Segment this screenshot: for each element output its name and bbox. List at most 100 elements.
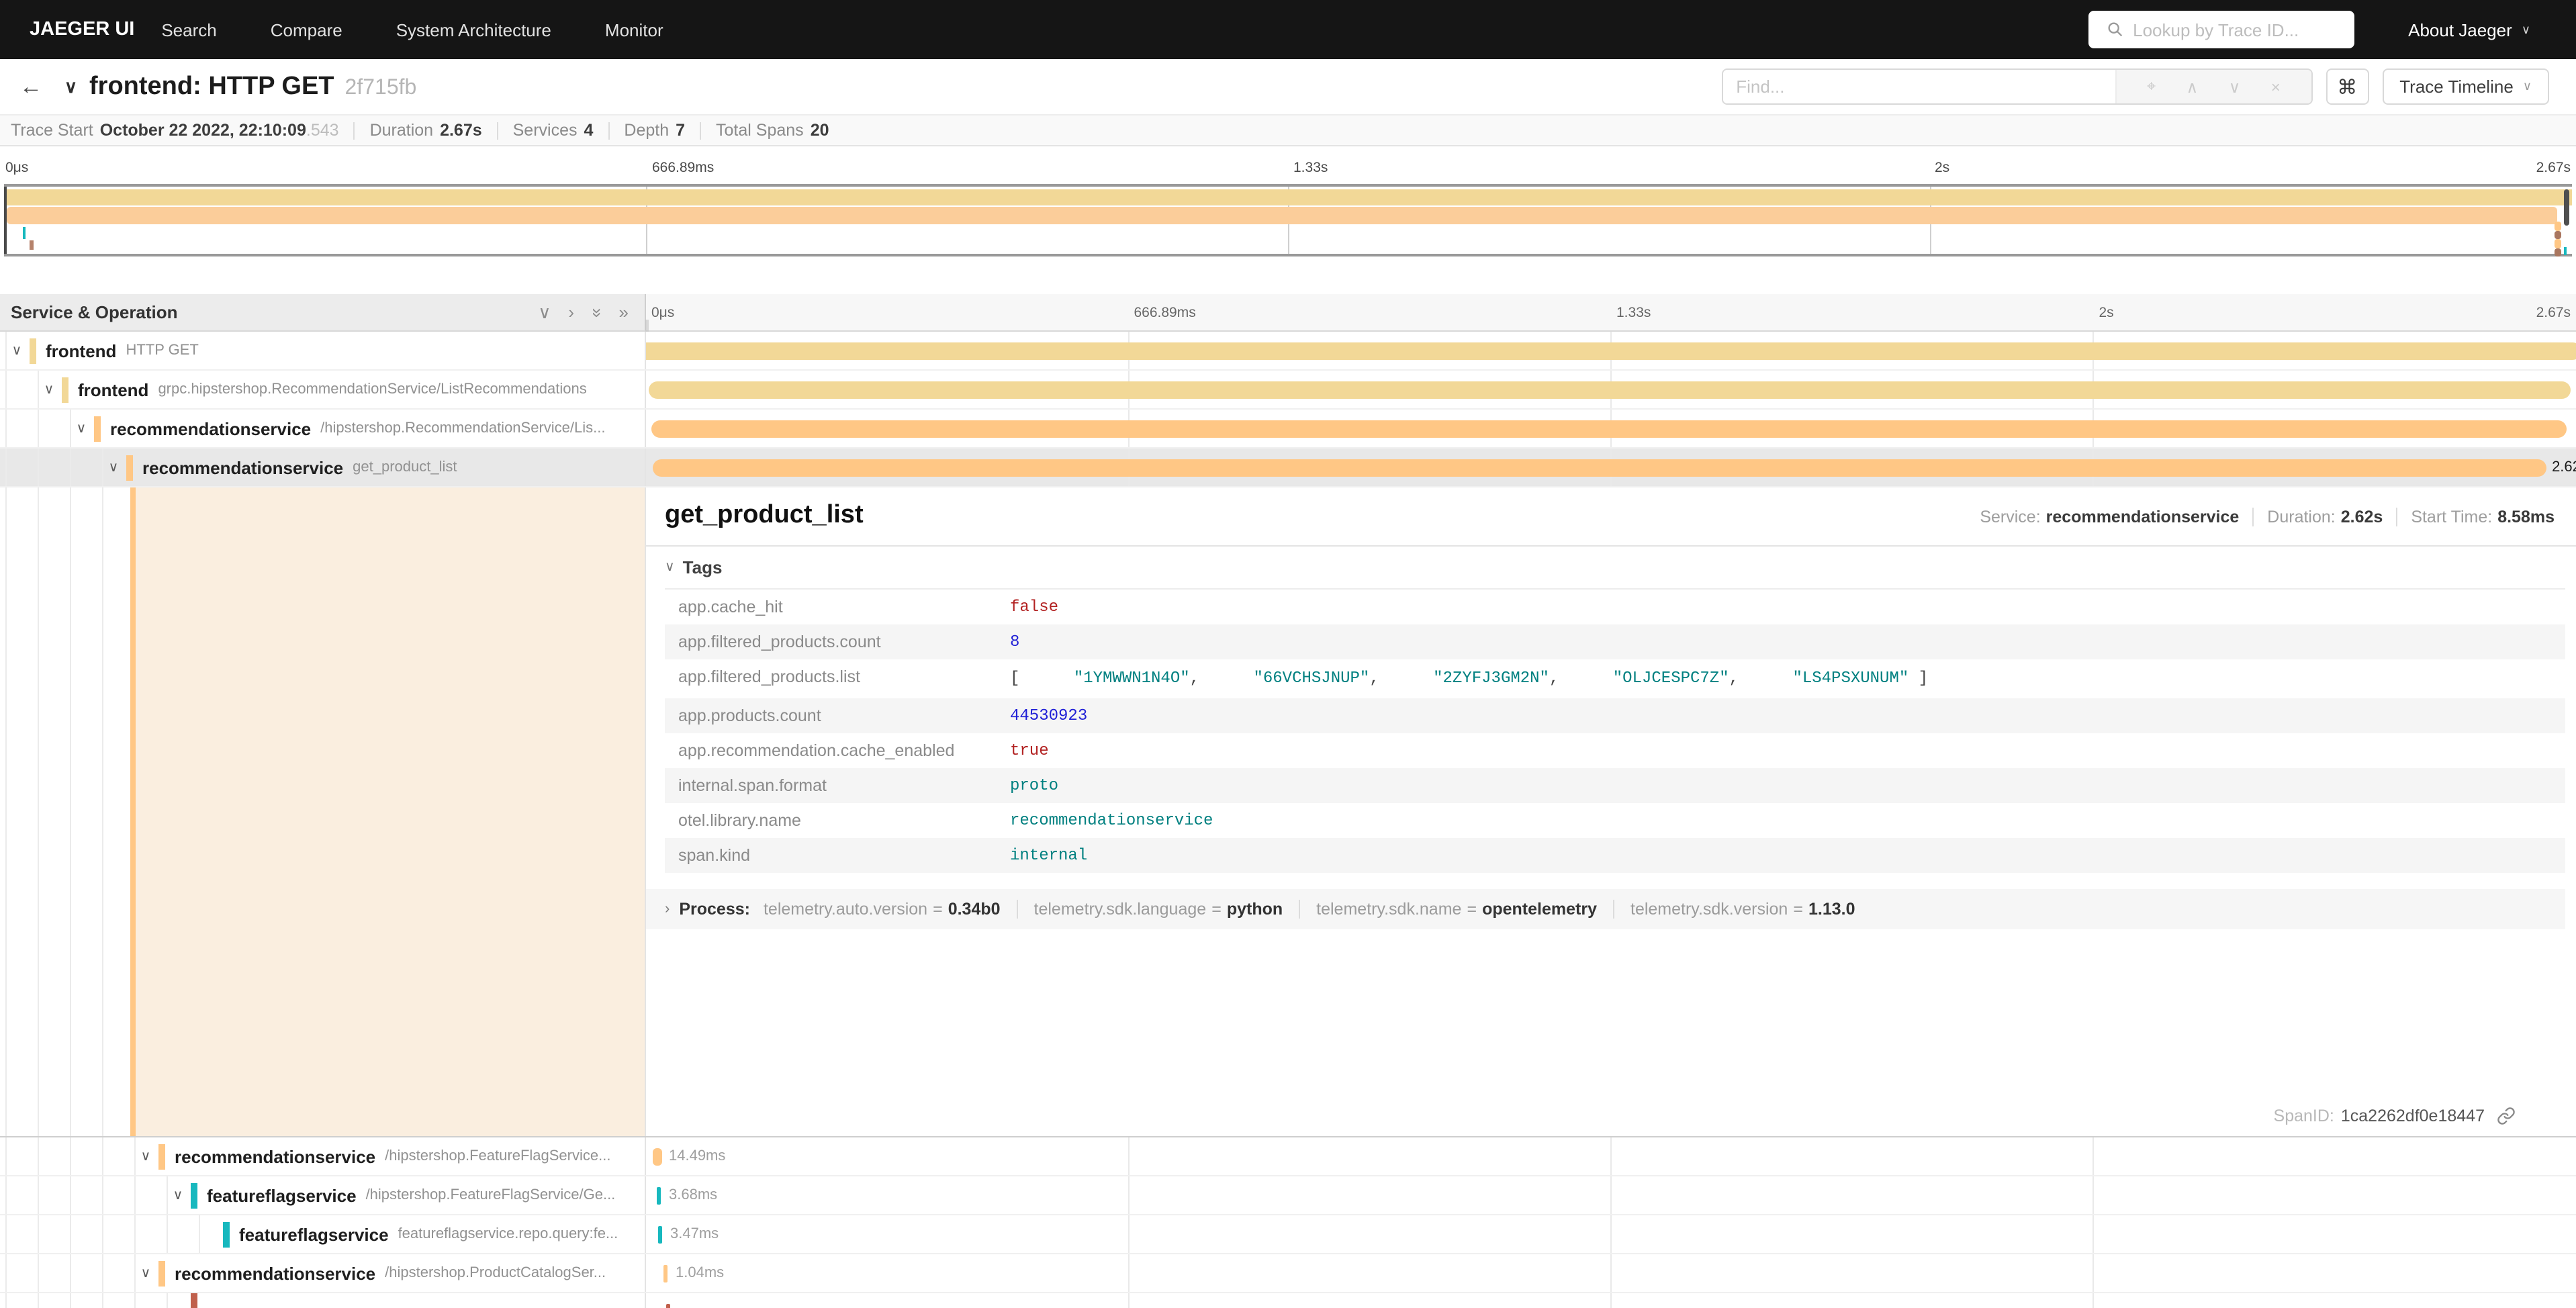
summary-label: Duration [370,121,434,140]
span-bar-cell[interactable]: 3.68ms [646,1176,2576,1214]
tag-key: app.products.count [678,706,1010,725]
minimap-span-tick [2555,222,2561,231]
service-name: featureflagservice [207,1185,357,1205]
span-bar[interactable] [652,420,2567,438]
trace-id-lookup-input[interactable] [2133,19,2342,40]
trace-collapse-icon[interactable]: ∨ [64,76,77,97]
find-next-icon[interactable]: ∨ [2229,77,2241,96]
chevron-right-icon: › [665,901,670,917]
about-jaeger-menu[interactable]: About Jaeger ∨ [2408,19,2530,40]
indent-guides [0,1137,136,1175]
span-collapse-icon[interactable]: ∨ [71,421,91,436]
minimap-range-handle-right[interactable] [2564,189,2569,226]
span-row-partial[interactable] [0,1293,2576,1308]
find-prev-icon[interactable]: ∧ [2187,77,2199,96]
span-bar[interactable] [646,342,2576,360]
span-bar-cell[interactable]: 2.62s [646,449,2576,486]
span-row-get-product-list[interactable]: ∨ recommendationservice get_product_list… [0,449,2576,487]
span-duration-label: 1.04ms [676,1265,724,1282]
span-bar-cell[interactable]: 3.47ms [646,1215,2576,1253]
minimap-canvas[interactable] [4,184,2572,256]
span-row-featureflag-repo-query[interactable]: featureflagservice featureflagservice.re… [0,1215,2576,1254]
chevron-down-icon: ∨ [2523,79,2532,94]
minimap-range-handle-left[interactable] [4,187,7,254]
keyboard-shortcuts-button[interactable]: ⌘ [2326,68,2368,105]
process-label: Process: [679,900,750,919]
expand-all-icon[interactable]: » [619,301,629,323]
find-target-icon[interactable]: ⌖ [2147,77,2156,97]
span-bar-cell[interactable] [646,371,2576,408]
tag-key: internal.span.format [678,776,1010,795]
tick-label: 2s [1935,160,1949,176]
expand-one-icon[interactable]: › [568,301,574,323]
service-name: featureflagservice [239,1224,389,1244]
nav-item-system-architecture[interactable]: System Architecture [369,19,578,40]
span-collapse-icon[interactable]: ∨ [168,1188,188,1203]
summary-value: 20 [811,121,829,140]
span-duration-label: 3.68ms [669,1187,717,1205]
selected-span-accent [130,487,645,1136]
span-collapse-icon[interactable]: ∨ [136,1149,156,1164]
collapse-all-icon[interactable]: » [586,308,607,317]
nav-item-monitor[interactable]: Monitor [578,19,690,40]
tick-label: 666.89ms [1134,305,1196,321]
summary-value: 7 [676,121,685,140]
tick-label: 666.89ms [652,160,714,176]
process-key: telemetry.sdk.name [1316,900,1461,919]
process-key: telemetry.auto.version [764,900,927,919]
span-row-reco-productcatalog[interactable]: ∨ recommendationservice /hipstershop.Pro… [0,1254,2576,1293]
span-bar-cell[interactable] [646,1293,2576,1308]
column-resizer[interactable]: ∥ [644,318,650,333]
minimap-span-tick [23,227,26,239]
trace-minimap: 0μs 666.89ms 1.33s 2s 2.67s [0,146,2576,262]
span-row-featureflag-get[interactable]: ∨ featureflagservice /hipstershop.Featur… [0,1176,2576,1215]
span-id-footer: SpanID: 1ca2262df0e18447 [2274,1107,2516,1125]
span-bar-cell[interactable] [646,332,2576,369]
service-color-bar [223,1221,230,1247]
collapse-one-icon[interactable]: ∨ [538,301,551,323]
back-button[interactable]: ← [0,73,62,100]
span-row-recommendation-list[interactable]: ∨ recommendationservice /hipstershop.Rec… [0,410,2576,449]
tag-row: app.recommendation.cache_enabled true [665,733,2565,768]
tick-label: 1.33s [1293,160,1328,176]
span-collapse-icon[interactable]: ∨ [103,460,124,475]
tag-value: internal [1010,846,2552,865]
span-collapse-icon[interactable]: ∨ [39,382,59,397]
service-color-bar [191,1182,197,1208]
trace-id-lookup [2088,11,2354,48]
nav-item-search[interactable]: Search [134,19,243,40]
link-icon[interactable] [2497,1107,2516,1125]
meta-value: recommendationservice [2046,508,2240,526]
span-bar[interactable] [666,1304,670,1308]
span-bar[interactable] [658,1226,662,1244]
app-brand[interactable]: JAEGER UI [30,19,134,40]
span-duration-label: 14.49ms [669,1148,725,1166]
find-clear-icon[interactable]: × [2271,77,2281,96]
span-bar[interactable] [663,1265,668,1282]
json-bracket: ] [1919,669,1928,688]
span-row-frontend-http-get[interactable]: ∨ frontend HTTP GET [0,332,2576,371]
trace-header: ← ∨ frontend: HTTP GET2f715fb ⌖ ∧ ∨ × ⌘ … [0,59,2576,114]
span-row-reco-featureflag[interactable]: ∨ recommendationservice /hipstershop.Fea… [0,1137,2576,1176]
span-bar[interactable] [653,459,2546,477]
span-collapse-icon[interactable]: ∨ [7,343,27,358]
tags-section-toggle[interactable]: ∨ Tags [646,547,2576,586]
span-bar[interactable] [649,381,2570,399]
span-bar[interactable] [653,1148,662,1166]
span-bar-cell[interactable]: 1.04ms [646,1254,2576,1292]
span-row-frontend-grpc[interactable]: ∨ frontend grpc.hipstershop.Recommendati… [0,371,2576,410]
span-bar-cell[interactable] [646,410,2576,447]
span-bar-cell[interactable]: 14.49ms [646,1137,2576,1175]
service-name: recommendationservice [142,457,343,477]
tag-key: app.cache_hit [678,598,1010,616]
operation-name: /hipstershop.RecommendationService/Lis..… [320,420,605,436]
find-input[interactable] [1722,70,2115,103]
trace-view-select[interactable]: Trace Timeline ∨ [2382,68,2549,105]
span-collapse-icon[interactable]: ∨ [136,1266,156,1280]
process-section-toggle[interactable]: › Process: telemetry.auto.version=0.34b0… [646,889,2565,929]
nav-item-compare[interactable]: Compare [244,19,369,40]
summary-value-ms: .543 [306,121,339,140]
span-bar[interactable] [657,1187,661,1205]
span-detail-meta: Service:recommendationservice Duration:2… [1980,508,2555,526]
minimap-span-tick [2555,248,2561,256]
